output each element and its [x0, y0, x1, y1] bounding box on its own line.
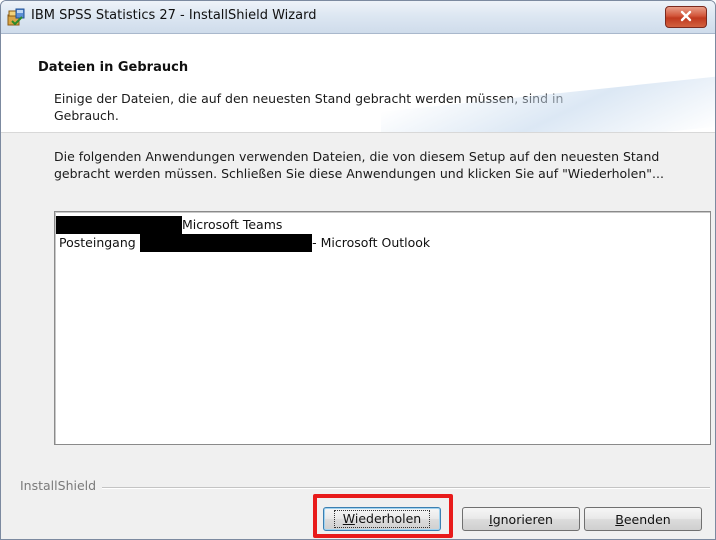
close-button[interactable] — [665, 6, 707, 28]
window-title: IBM SPSS Statistics 27 - InstallShield W… — [31, 8, 317, 23]
header-banner: Dateien in Gebrauch Einige der Dateien, … — [1, 34, 715, 133]
footer-divider — [20, 487, 710, 489]
instructions-text: Die folgenden Anwendungen verwenden Date… — [54, 149, 664, 181]
app-name: Microsoft Teams — [182, 217, 283, 232]
applications-list[interactable]: Microsoft Teams Posteingang - - Microsof… — [54, 211, 711, 445]
exit-button-label: Beenden — [615, 511, 671, 527]
redacted-block — [140, 234, 313, 252]
page-subtitle: Einige der Dateien, die auf den neuesten… — [54, 91, 564, 123]
redacted-block — [56, 216, 182, 234]
page-title: Dateien in Gebrauch — [38, 60, 189, 75]
list-item-teams[interactable]: Microsoft Teams — [56, 216, 282, 234]
installer-window: IBM SPSS Statistics 27 - InstallShield W… — [0, 0, 716, 540]
title-bar: IBM SPSS Statistics 27 - InstallShield W… — [1, 1, 715, 34]
ignore-button-label: Ignorieren — [489, 511, 553, 527]
exit-button[interactable]: Beenden — [584, 507, 702, 531]
installer-icon — [6, 7, 26, 27]
app-name: - Microsoft Outlook — [312, 235, 431, 250]
highlight-box — [313, 494, 453, 538]
list-item-outlook[interactable]: Posteingang - - Microsoft Outlook — [59, 234, 430, 252]
ignore-button[interactable]: Ignorieren — [462, 507, 580, 531]
close-icon — [679, 10, 693, 25]
installshield-label: InstallShield — [20, 478, 103, 493]
app-prefix: Posteingang - — [59, 235, 149, 250]
